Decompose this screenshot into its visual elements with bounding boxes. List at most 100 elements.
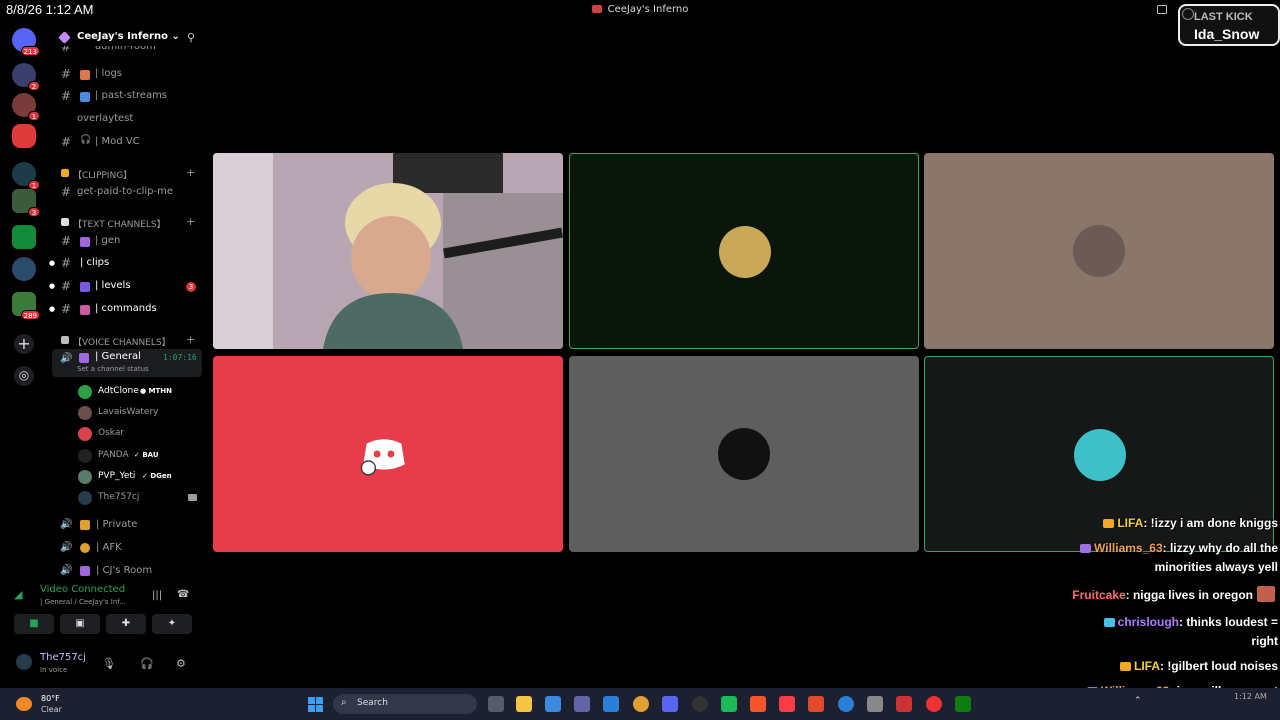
add-channel-icon[interactable]: + <box>186 215 195 228</box>
server-badge: 1 <box>28 111 40 121</box>
headphones-icon[interactable]: 🎧 <box>140 657 154 670</box>
channel-partial[interactable]: # admin-room <box>48 46 206 55</box>
music-icon[interactable] <box>779 696 795 712</box>
username[interactable]: The757cj <box>40 652 86 663</box>
hash-icon: # <box>61 135 72 149</box>
server-folder[interactable]: 289 <box>12 292 40 320</box>
xbox-icon[interactable] <box>955 696 971 712</box>
help-icon[interactable] <box>838 696 854 712</box>
server-badge: 289 <box>20 310 40 320</box>
microphone-icon[interactable]: 🎙 <box>102 657 116 670</box>
avatar <box>78 406 92 420</box>
app-icon[interactable] <box>926 696 942 712</box>
brave-icon[interactable] <box>750 696 766 712</box>
voice-status[interactable]: Video Connected <box>40 584 125 595</box>
task-view-icon[interactable] <box>488 696 504 712</box>
video-tile-avatar[interactable] <box>569 356 919 552</box>
voice-member[interactable]: The757cj <box>76 489 202 507</box>
channel-levels[interactable]: ● # | levels 3 <box>48 278 206 296</box>
video-tile-avatar[interactable] <box>213 356 563 552</box>
channel-gen[interactable]: # | gen <box>48 233 206 251</box>
server-icon-active[interactable] <box>12 124 36 148</box>
title-bar: 8/8/26 1:12 AM CeeJay's Inferno <box>0 0 1280 22</box>
teams-icon[interactable] <box>574 696 590 712</box>
channel-logs[interactable]: # | logs <box>48 66 206 84</box>
server-icon[interactable] <box>12 225 36 249</box>
server-icon[interactable]: 2 <box>12 63 40 91</box>
explore-icon[interactable]: ◎ <box>14 366 34 386</box>
last-kick-name: Ida_Snow <box>1194 26 1260 42</box>
category-voice-channels[interactable]: 【VOICE CHANNELS】 + <box>48 333 206 348</box>
channel-commands[interactable]: ● # | commands <box>48 301 206 319</box>
channel-emoji-icon <box>79 353 89 363</box>
badge-icon <box>1080 544 1092 553</box>
app-icon[interactable] <box>867 696 883 712</box>
obs-icon[interactable] <box>692 696 708 712</box>
disconnect-icon[interactable]: ☎ <box>177 589 189 600</box>
server-icon[interactable]: 1 <box>12 93 40 121</box>
chevron-up-icon[interactable]: ⌃ <box>1134 696 1142 706</box>
app-icon[interactable] <box>808 696 824 712</box>
discord-icon[interactable] <box>662 696 678 712</box>
category-clipping[interactable]: 【CLIPPING】 + <box>48 166 206 181</box>
channel-label: | CJ's Room <box>96 565 153 576</box>
file-explorer-icon[interactable] <box>516 696 532 712</box>
avatar[interactable] <box>16 654 32 670</box>
voice-member[interactable]: PVP_Yeti ✓ DGen <box>76 468 202 486</box>
server-icon[interactable] <box>12 257 36 281</box>
discord-logo-icon <box>360 439 405 476</box>
system-clock[interactable]: 1:12 AM <box>1234 692 1267 701</box>
channel-mod-vc[interactable]: # 🎧 | Mod VC <box>48 134 206 152</box>
video-tile-avatar[interactable] <box>924 153 1274 349</box>
voice-member[interactable]: Oskar <box>76 425 202 443</box>
soundboard-button[interactable]: ✦ <box>152 614 192 634</box>
voice-member[interactable]: PANDA ✓ BAU <box>76 447 202 465</box>
channel-clips[interactable]: ● # | clips <box>48 255 206 273</box>
voice-location[interactable]: | General / CeeJay's Inf... <box>40 598 126 606</box>
channel-emoji-icon <box>80 237 90 247</box>
server-folder[interactable]: 3 <box>12 189 40 217</box>
category-label: 【TEXT CHANNELS】 <box>73 220 166 230</box>
screen-share-button[interactable]: ▣ <box>60 614 100 634</box>
camera-icon <box>188 494 197 501</box>
invite-people-icon[interactable]: ⚲ <box>187 31 199 44</box>
chat-username: chrislough <box>1117 615 1179 629</box>
search-box[interactable]: ⌕ Search <box>333 694 477 714</box>
guild-header[interactable]: CeeJay's Inferno ⌄ ⚲ <box>48 28 206 48</box>
video-tile-avatar[interactable] <box>569 153 919 349</box>
camera-button[interactable]: ■ <box>14 614 54 634</box>
hash-icon: # <box>61 185 72 199</box>
channel-overlaytest[interactable]: overlaytest <box>48 111 206 129</box>
channel-label: | commands <box>95 303 157 314</box>
voice-channel-afk[interactable]: 🔊 | AFK <box>48 539 206 557</box>
store-icon[interactable] <box>603 696 619 712</box>
discord-home-icon[interactable]: 213 <box>12 28 40 56</box>
voice-connection-panel: ◢ Video Connected | General / CeeJay's I… <box>4 578 202 638</box>
edge-icon[interactable] <box>545 696 561 712</box>
server-icon[interactable]: 1 <box>12 162 40 190</box>
add-server-icon[interactable]: + <box>14 334 34 354</box>
video-tile-camera[interactable] <box>213 153 563 349</box>
add-channel-icon[interactable]: + <box>186 166 195 179</box>
noise-suppression-icon[interactable]: ||| <box>152 590 162 601</box>
add-channel-icon[interactable]: + <box>186 333 195 346</box>
start-button[interactable] <box>308 697 323 712</box>
channel-get-paid[interactable]: # get-paid-to-clip-me <box>48 184 206 202</box>
voice-channel-general[interactable]: 🔊 | General 1:07:16 Set a channel status <box>52 349 202 377</box>
chat-username: Williams_63 <box>1094 541 1163 555</box>
gear-icon[interactable]: ⚙ <box>176 657 186 670</box>
inbox-icon[interactable] <box>1157 5 1167 14</box>
voice-member[interactable]: LavaisWatery <box>76 404 202 422</box>
voice-member[interactable]: AdtClone ● MTHN <box>76 383 202 401</box>
app-icon[interactable] <box>721 696 737 712</box>
channel-status[interactable]: Set a channel status <box>77 365 149 373</box>
app-icon[interactable] <box>896 696 912 712</box>
activities-button[interactable]: ✚ <box>106 614 146 634</box>
chrome-icon[interactable] <box>633 696 649 712</box>
mention-badge: 3 <box>186 282 196 292</box>
channel-past-streams[interactable]: # | past-streams <box>48 88 206 106</box>
category-text-channels[interactable]: 【TEXT CHANNELS】 + <box>48 215 206 230</box>
voice-timer: 1:07:16 <box>163 353 197 362</box>
voice-channel-private[interactable]: 🔊 | Private <box>48 516 206 534</box>
channel-emoji-icon <box>80 282 90 292</box>
